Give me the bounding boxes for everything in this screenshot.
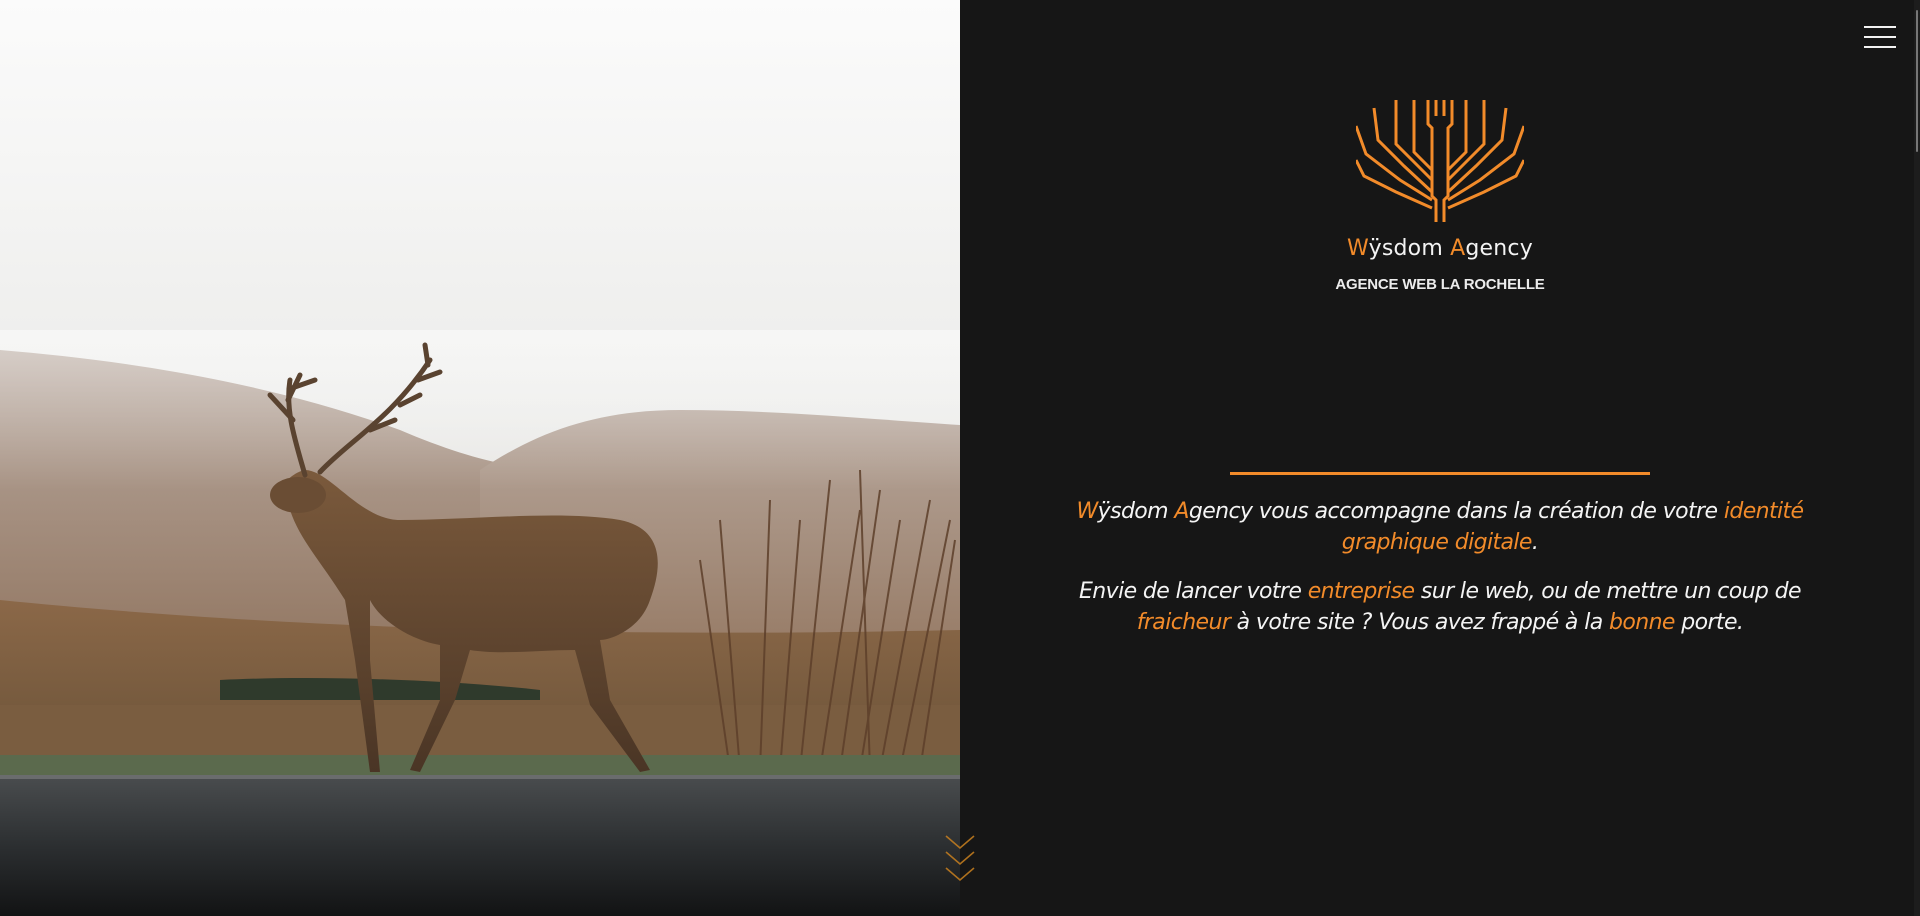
text-segment: à votre site ? Vous avez frappé à la <box>1230 610 1609 635</box>
intro-text: Wÿsdom Agency vous accompagne dans la cr… <box>1040 496 1840 656</box>
highlight-text: fraicheur <box>1136 610 1231 635</box>
highlight-text: bonne <box>1609 610 1675 635</box>
brand-initial-w: W <box>1347 236 1369 261</box>
hamburger-menu-button[interactable] <box>1864 26 1896 52</box>
brand-tagline: AGENCE WEB LA ROCHELLE <box>1335 276 1545 293</box>
brand-name-part: gency <box>1465 236 1533 261</box>
hamburger-icon[interactable] <box>1864 26 1896 48</box>
stag-landscape-image <box>0 0 960 916</box>
text-segment: ÿsdom <box>1097 499 1175 524</box>
brand-initial-w: W <box>1076 499 1099 524</box>
text-segment: Envie de lancer votre <box>1079 579 1308 604</box>
page-scrollbar[interactable] <box>1914 0 1920 916</box>
intro-paragraph-1: Wÿsdom Agency vous accompagne dans la cr… <box>1040 496 1840 558</box>
brand-initial-a: A <box>1450 236 1466 261</box>
text-segment: porte. <box>1674 610 1744 635</box>
text-segment: sur le web, ou de mettre un coup de <box>1414 579 1802 604</box>
brand-name: Wÿsdom Agency <box>1240 236 1640 261</box>
accent-divider <box>1230 472 1650 475</box>
text-segment: gency vous accompagne dans la création d… <box>1188 499 1724 524</box>
brand-name-part: ÿsdom <box>1368 236 1451 261</box>
brand-initial-a: A <box>1174 499 1189 524</box>
chevrons-down-icon[interactable] <box>944 832 976 886</box>
intro-paragraph-2: Envie de lancer votre entreprise sur le … <box>1040 576 1840 638</box>
text-segment: . <box>1531 530 1539 555</box>
scrollbar-thumb[interactable] <box>1916 10 1918 152</box>
tree-circuit-logo-icon <box>1356 100 1524 222</box>
highlight-text: entreprise <box>1307 579 1415 604</box>
hero-photo <box>0 0 960 916</box>
